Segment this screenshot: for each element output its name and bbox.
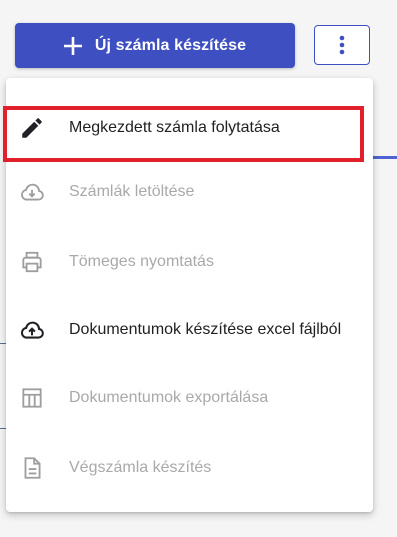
menu-item-bulk-print[interactable]: Tömeges nyomtatás bbox=[6, 228, 373, 296]
menu-item-label: Megkezdett számla folytatása bbox=[69, 119, 280, 136]
toolbar: Új számla készítése bbox=[0, 0, 397, 74]
menu-item-label: Végszámla készítés bbox=[69, 459, 212, 476]
table-icon bbox=[17, 383, 47, 413]
cloud-upload-icon bbox=[17, 315, 47, 345]
more-options-button[interactable] bbox=[314, 25, 370, 65]
menu-item-label: Számlák letöltése bbox=[69, 183, 195, 200]
menu-item-export-documents[interactable]: Dokumentumok exportálása bbox=[6, 364, 373, 432]
plus-icon bbox=[63, 36, 82, 55]
options-menu: Megkezdett számla folytatása Számlák let… bbox=[3, 78, 373, 512]
menu-item-download-invoices[interactable]: Számlák letöltése bbox=[6, 158, 373, 226]
menu-item-final-invoice[interactable]: Végszámla készítés bbox=[6, 434, 373, 502]
menu-item-label: Dokumentumok készítése excel fájlból bbox=[69, 321, 342, 338]
cloud-download-icon bbox=[17, 177, 47, 207]
menu-item-continue-invoice[interactable]: Megkezdett számla folytatása bbox=[3, 94, 373, 162]
new-invoice-button-label: Új számla készítése bbox=[94, 36, 247, 54]
new-invoice-button[interactable]: Új számla készítése bbox=[15, 23, 295, 68]
printer-icon bbox=[17, 247, 47, 277]
menu-item-label: Tömeges nyomtatás bbox=[69, 253, 214, 270]
menu-item-label: Dokumentumok exportálása bbox=[69, 389, 269, 406]
menu-item-create-from-excel[interactable]: Dokumentumok készítése excel fájlból bbox=[6, 296, 373, 364]
document-icon bbox=[17, 453, 47, 483]
more-vertical-icon bbox=[339, 35, 345, 55]
pencil-icon bbox=[17, 113, 47, 143]
